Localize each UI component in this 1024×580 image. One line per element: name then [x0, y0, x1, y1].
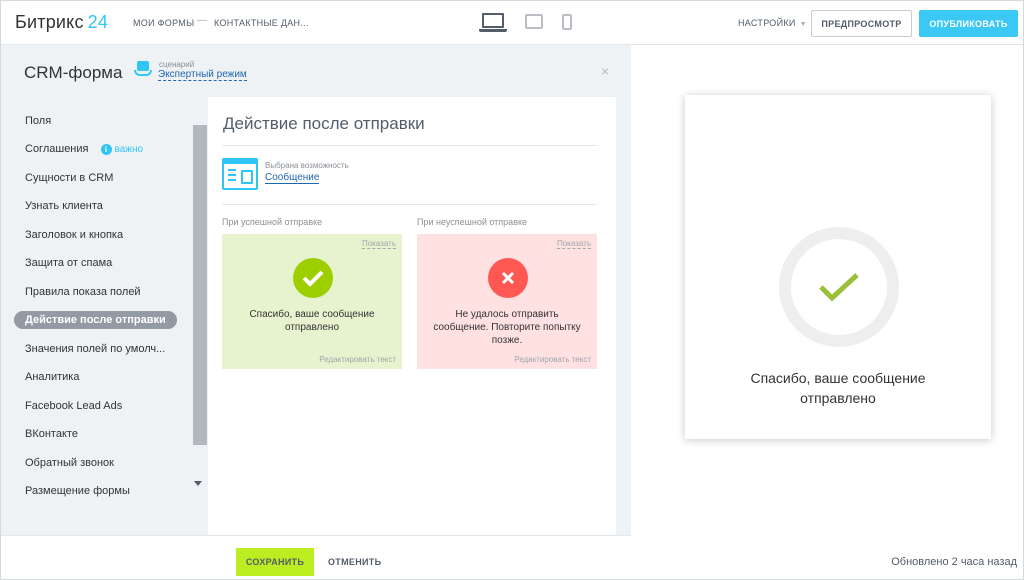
scenario-caption: сценарий — [159, 60, 195, 69]
form-title: CRM-форма — [24, 63, 123, 82]
sidebar-item-label: Защита от спама — [25, 257, 113, 269]
editor-header: CRM-форма сценарий Экспертный режим × — [1, 45, 631, 97]
sidebar-item-form-placement[interactable]: Размещение формы — [25, 485, 130, 497]
breadcrumb-separator: — — [197, 15, 207, 26]
sidebar-item-after-submit[interactable]: Действие после отправки — [14, 311, 177, 329]
form-preview-area: Спасибо, ваше сообщение отправлено — [631, 45, 1023, 579]
preview-button[interactable]: ПРЕДПРОСМОТР — [811, 10, 912, 37]
sidebar-item-label: Сущности в CRM — [25, 172, 114, 184]
sidebar-scrollbar[interactable] — [193, 125, 207, 445]
preview-card: Спасибо, ваше сообщение отправлено — [685, 95, 991, 439]
sidebar-item-title-and-button[interactable]: Заголовок и кнопка — [25, 229, 123, 241]
sidebar-item-facebook-lead-ads[interactable]: Facebook Lead Ads — [25, 400, 122, 412]
sidebar-item-label: Facebook Lead Ads — [25, 400, 123, 412]
failure-column-label: При неуспешной отправке — [417, 217, 528, 227]
edit-failure-text-link[interactable]: Редактировать текст — [514, 355, 591, 364]
sidebar-item-spam-protection[interactable]: Защита от спама — [25, 257, 112, 269]
cancel-button[interactable]: ОТМЕНИТЬ — [328, 557, 381, 567]
logo-number: 24 — [87, 12, 109, 32]
sidebar-item-identify-client[interactable]: Узнать клиента — [25, 200, 103, 212]
edit-success-text-link[interactable]: Редактировать текст — [319, 355, 396, 364]
show-failure-link[interactable]: Показать — [556, 239, 591, 249]
sidebar-item-label: Размещение формы — [25, 485, 130, 497]
last-updated-status: Обновлено 2 часа назад — [891, 556, 1017, 568]
sidebar-item-agreements[interactable]: Соглашения i важно — [25, 143, 143, 155]
sidebar-item-label: Значения полей по умолч... — [25, 343, 166, 355]
editor-footer: СОХРАНИТЬ ОТМЕНИТЬ — [1, 535, 631, 579]
divider — [222, 204, 597, 205]
publish-button[interactable]: ОПУБЛИКОВАТЬ — [919, 10, 1018, 37]
success-ring — [779, 227, 899, 347]
chevron-down-icon: ▼ — [799, 21, 807, 28]
show-success-link[interactable]: Показать — [361, 239, 396, 249]
feature-caption: Выбрана возможность — [265, 161, 349, 170]
sidebar-item-label: Обратный звонок — [25, 457, 114, 469]
settings-content-card: Действие после отправки Выбрана возможно… — [208, 97, 616, 535]
section-title: Действие после отправки — [223, 114, 425, 133]
preview-success-text: Спасибо, ваше сообщение отправлено — [750, 370, 926, 406]
logo-text: Битрикс — [15, 12, 84, 32]
logo[interactable]: Битрикс 24 — [15, 12, 108, 33]
checkmark-icon — [819, 273, 859, 302]
feature-message-link[interactable]: Сообщение — [265, 172, 320, 184]
sidebar-item-crm-entities[interactable]: Сущности в CRM — [25, 172, 113, 184]
desktop-view-icon[interactable] — [479, 13, 507, 33]
sidebar-item-label: Правила показа полей — [25, 286, 141, 298]
sidebar-item-label: ВКонтакте — [25, 428, 78, 440]
sidebar-item-analytics[interactable]: Аналитика — [25, 371, 79, 383]
breadcrumb-my-forms[interactable]: МОИ ФОРМЫ — [133, 18, 194, 28]
sidebar-item-default-values[interactable]: Значения полей по умолч... — [25, 343, 165, 355]
sidebar-item-fields[interactable]: Поля — [25, 115, 51, 127]
sidebar-item-label: Поля — [25, 115, 52, 127]
important-label: важно — [114, 144, 144, 155]
settings-label: НАСТРОЙКИ — [738, 18, 796, 28]
form-editor-panel: CRM-форма сценарий Экспертный режим × По… — [1, 45, 631, 535]
cross-icon — [488, 258, 528, 298]
scroll-down-icon[interactable] — [194, 481, 202, 486]
sidebar-item-field-rules[interactable]: Правила показа полей — [25, 286, 141, 298]
divider — [222, 145, 597, 146]
close-icon[interactable]: × — [601, 63, 609, 79]
tablet-view-icon[interactable] — [525, 14, 543, 29]
sidebar-item-label: Соглашения — [25, 143, 89, 155]
checkmark-icon — [293, 258, 333, 298]
success-column-label: При успешной отправке — [222, 217, 323, 227]
success-message-card: Показать Спасибо, ваше сообщение отправл… — [222, 234, 402, 369]
failure-message-card: Показать Не удалось отправить сообщение.… — [417, 234, 597, 369]
sidebar-item-vkontakte[interactable]: ВКонтакте — [25, 428, 78, 440]
sidebar-item-label: Аналитика — [25, 371, 80, 383]
success-message-text: Спасибо, ваше сообщение отправлено — [249, 309, 375, 333]
sidebar-item-label: Заголовок и кнопка — [25, 229, 124, 241]
settings-menu[interactable]: НАСТРОЙКИ ▼ — [738, 18, 807, 28]
sidebar-item-label: Действие после отправки — [25, 314, 166, 326]
sidebar-item-callback[interactable]: Обратный звонок — [25, 457, 114, 469]
mobile-view-icon[interactable] — [562, 14, 572, 30]
message-window-icon — [222, 158, 258, 190]
scenario-icon — [134, 61, 152, 77]
top-bar: Битрикс 24 МОИ ФОРМЫ — КОНТАКТНЫЕ ДАН... … — [1, 1, 1023, 45]
scenario-mode-link[interactable]: Экспертный режим — [158, 69, 247, 81]
save-button[interactable]: СОХРАНИТЬ — [236, 548, 314, 576]
info-icon: i — [100, 144, 112, 155]
failure-message-text: Не удалось отправить сообщение. Повторит… — [433, 309, 581, 346]
sidebar-item-label: Узнать клиента — [25, 200, 103, 212]
breadcrumb-contact-data[interactable]: КОНТАКТНЫЕ ДАН... — [214, 18, 309, 28]
